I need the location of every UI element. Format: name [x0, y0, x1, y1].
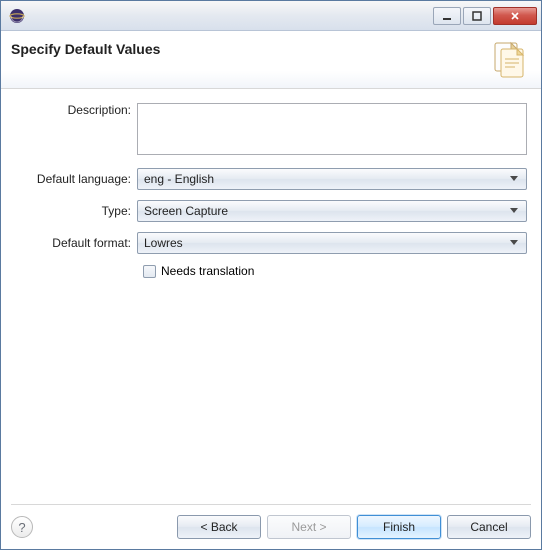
needs-translation-checkbox[interactable] [143, 265, 156, 278]
type-value: Screen Capture [144, 204, 506, 218]
maximize-button[interactable] [463, 7, 491, 25]
finish-button[interactable]: Finish [357, 515, 441, 539]
type-label: Type: [15, 204, 137, 218]
description-label: Description: [15, 103, 137, 117]
description-input[interactable] [137, 103, 527, 155]
finish-button-label: Finish [383, 520, 415, 534]
cancel-button[interactable]: Cancel [447, 515, 531, 539]
titlebar [1, 1, 541, 31]
wizard-header: Specify Default Values [1, 31, 541, 89]
wizard-banner-icon [487, 37, 531, 81]
minimize-button[interactable] [433, 7, 461, 25]
needs-translation-label: Needs translation [161, 264, 254, 278]
button-bar: ? < Back Next > Finish Cancel [11, 504, 531, 539]
back-button-label: < Back [200, 520, 237, 534]
type-combo[interactable]: Screen Capture [137, 200, 527, 222]
cancel-button-label: Cancel [470, 520, 507, 534]
default-format-combo[interactable]: Lowres [137, 232, 527, 254]
next-button: Next > [267, 515, 351, 539]
default-language-combo[interactable]: eng - English [137, 168, 527, 190]
eclipse-app-icon [9, 8, 25, 24]
chevron-down-icon [506, 176, 522, 182]
chevron-down-icon [506, 240, 522, 246]
default-language-label: Default language: [15, 172, 137, 186]
back-button[interactable]: < Back [177, 515, 261, 539]
close-button[interactable] [493, 7, 537, 25]
default-language-value: eng - English [144, 172, 506, 186]
next-button-label: Next > [291, 520, 326, 534]
default-format-value: Lowres [144, 236, 506, 250]
help-icon[interactable]: ? [11, 516, 33, 538]
default-format-label: Default format: [15, 236, 137, 250]
form-area: Description: Default language: eng - Eng… [1, 89, 541, 278]
chevron-down-icon [506, 208, 522, 214]
page-title: Specify Default Values [11, 41, 160, 57]
